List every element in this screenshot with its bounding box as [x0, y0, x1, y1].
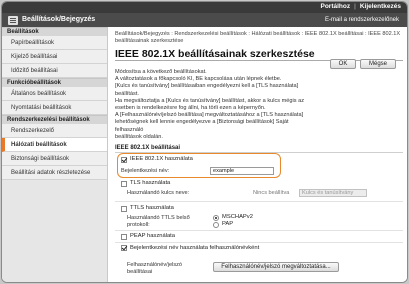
- portal-link[interactable]: Portálhoz: [320, 3, 350, 11]
- breadcrumb: Beállítások/Bejegyzés : Rendszerkezelési…: [115, 31, 401, 44]
- ttls-option-pap: PAP: [213, 221, 233, 228]
- sidebar-item-data-details[interactable]: Beállítási adatok részletezése: [2, 166, 107, 180]
- use-8021x-label: IEEE 802.1X használata: [130, 156, 193, 162]
- tls-label: TLS használata: [130, 180, 171, 186]
- top-links: Portálhoz | Kijelentkezés: [320, 3, 401, 11]
- same-user-row: Bejelentkezési név használata felhasznál…: [121, 245, 261, 252]
- description-line: esetben is rendelkezésre fog állni, ha t…: [115, 105, 266, 112]
- description-line: beállítások oldalán.: [115, 133, 163, 140]
- description-line: Módosítsa a következő beállításokat.: [115, 69, 207, 75]
- same-user-checkbox[interactable]: [121, 245, 127, 251]
- tls-key-label: Használandó kulcs neve:: [127, 190, 190, 196]
- ttls-divider: [115, 230, 403, 231]
- tls-divider: [115, 201, 403, 202]
- ttls-option-mschapv2: MSCHAPv2: [213, 214, 253, 221]
- email-admin-button[interactable]: E-mail a rendszerkezelőnek: [321, 15, 403, 25]
- section-title: IEEE 802.1X beállításai: [115, 145, 181, 151]
- mschapv2-label: MSCHAPv2: [222, 214, 253, 220]
- sidebar-item-network[interactable]: Hálózati beállítások: [2, 138, 107, 152]
- sidebar-item-paper[interactable]: Papírbeállítások: [2, 36, 107, 50]
- user-password-label: Felhasználónév/jelszó beállításai: [127, 262, 183, 275]
- description-line: [Kulcs és tanúsítvány] beállításaiban en…: [115, 83, 299, 97]
- sidebar-item-security[interactable]: Biztonsági beállítások: [2, 152, 107, 166]
- ttls-row: TTLS használata: [121, 205, 174, 212]
- ok-button[interactable]: OK: [330, 59, 356, 69]
- mschapv2-radio[interactable]: [213, 214, 219, 221]
- sidebar-group-management: Rendszerkezelési beállítások: [2, 115, 107, 124]
- sidebar-item-timer[interactable]: Időzítő beállításai: [2, 64, 107, 78]
- app-title-text: Beállítások/Bejegyzés: [22, 16, 96, 23]
- browser-frame: Portálhoz | Kijelentkezés Beállítások/Be…: [1, 1, 408, 283]
- app-title: Beállítások/Bejegyzés: [8, 15, 95, 25]
- ttls-protocol-label: Használandó TTLS belső protokoll:: [127, 215, 190, 228]
- peap-checkbox[interactable]: [121, 233, 127, 240]
- description-line: A változtatások a főkapcsoló KI, BE kapc…: [115, 76, 282, 83]
- logout-link[interactable]: Kijelentkezés: [360, 3, 401, 11]
- ttls-label: TTLS használata: [130, 205, 174, 211]
- top-links-separator: |: [354, 3, 356, 10]
- app-header: Beállítások/Bejegyzés E-mail a rendszerk…: [2, 13, 407, 27]
- sidebar-group-settings: Beállítások: [2, 27, 107, 36]
- cancel-button[interactable]: Mégse: [360, 59, 396, 69]
- use-8021x-row: IEEE 802.1X használata: [121, 156, 193, 163]
- pap-label: PAP: [222, 221, 234, 227]
- main-content: Beállítások/Bejegyzés : Rendszerkezelési…: [109, 27, 407, 282]
- description: Módosítsa a következő beállításokat. A v…: [115, 69, 315, 141]
- peap-row: PEAP használata: [121, 233, 175, 240]
- use-8021x-checkbox[interactable]: [121, 156, 127, 163]
- sidebar-item-system-manager[interactable]: Rendszerkezelő: [2, 124, 107, 138]
- sidebar: Beállítások Papírbeállítások Kijelző beá…: [2, 27, 108, 282]
- change-user-password-button[interactable]: Felhasználónév/jelszó megváltoztatása...: [213, 262, 339, 272]
- tls-row: TLS használata: [121, 180, 170, 187]
- tls-checkbox[interactable]: [121, 180, 127, 187]
- description-line: Ha megváltoztatja a [Kulcs és tanúsítván…: [115, 97, 305, 104]
- key-certificate-button[interactable]: Kulcs és tanúsítvány: [299, 189, 367, 197]
- description-line: lehetőségnek kell lennie engedélyezve a …: [115, 119, 289, 133]
- settings-list-icon: [8, 15, 18, 25]
- tls-key-status: Nincs beállítva: [253, 190, 290, 196]
- sidebar-item-print[interactable]: Nyomtatási beállítások: [2, 101, 107, 115]
- same-user-label: Bejelentkezési név használata felhasznál…: [130, 245, 260, 251]
- pap-radio[interactable]: [213, 221, 219, 228]
- page-title: IEEE 802.1X beállításainak szerkesztése: [115, 48, 315, 60]
- description-line: A [Felhasználónév/jelszó beállítása] meg…: [115, 112, 304, 119]
- sidebar-item-display[interactable]: Kijelző beállításai: [2, 50, 107, 64]
- login-name-field[interactable]: example: [210, 167, 274, 175]
- login-name-label: Bejelentkezési név:: [121, 168, 170, 174]
- peap-divider: [115, 242, 403, 243]
- peap-label: PEAP használata: [130, 233, 176, 239]
- ttls-checkbox[interactable]: [121, 205, 127, 212]
- sidebar-item-general[interactable]: Általános beállítások: [2, 87, 107, 101]
- top-bar: Portálhoz | Kijelentkezés: [2, 2, 407, 13]
- sidebar-group-function: Funkcióbeállítások: [2, 78, 107, 87]
